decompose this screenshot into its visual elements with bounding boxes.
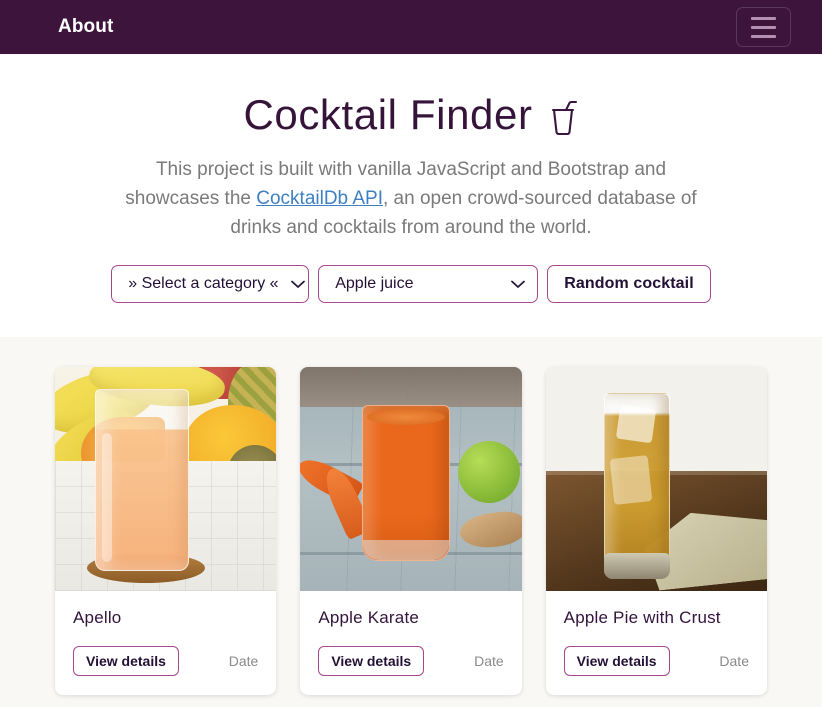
cocktaildb-api-link[interactable]: CocktailDb API xyxy=(256,188,383,209)
card-title: Apple Karate xyxy=(318,608,420,628)
green-apple-shape xyxy=(457,441,520,504)
glass-base xyxy=(603,553,670,580)
random-cocktail-button[interactable]: Random cocktail xyxy=(547,265,711,304)
chevron-down-icon xyxy=(511,280,526,289)
ingredient-select[interactable]: Apple juice xyxy=(318,265,539,304)
card-body: Apple Pie with Crust View details Date xyxy=(546,591,767,694)
view-details-button[interactable]: View details xyxy=(318,645,425,676)
top-navbar: About xyxy=(0,0,822,54)
card-actions: View details Date xyxy=(563,645,749,676)
apple-pie-with-crust-iced-drink-photo xyxy=(545,367,767,592)
page-title-text: Cocktail Finder xyxy=(243,91,533,138)
cocktail-card[interactable]: Apple Pie with Crust View details Date xyxy=(545,367,767,695)
ingredient-select-value: Apple juice xyxy=(335,275,414,293)
card-date: Date xyxy=(474,652,504,669)
hero-description: This project is built with vanilla JavaS… xyxy=(111,155,711,242)
results-section: Apello View details Date Apple Karate Vi… xyxy=(0,337,822,707)
card-date: Date xyxy=(228,652,259,669)
cocktail-card[interactable]: Apello View details Date xyxy=(55,367,277,695)
card-title: Apello xyxy=(73,608,122,628)
apple-karate-carrot-juice-photo xyxy=(300,367,522,592)
card-actions: View details Date xyxy=(73,645,259,676)
hero-section: Cocktail Finder This project is built wi… xyxy=(0,54,822,338)
ginger-root-shape xyxy=(457,508,522,552)
card-body: Apple Karate View details Date xyxy=(300,591,521,694)
apello-peach-juice-photo xyxy=(55,367,277,592)
cocktail-card-list: Apello View details Date Apple Karate Vi… xyxy=(55,367,767,695)
hamburger-bar xyxy=(751,25,776,29)
category-select[interactable]: » Select a category « xyxy=(111,265,310,304)
card-date: Date xyxy=(719,652,749,669)
controls-row: » Select a category « Apple juice Random… xyxy=(0,265,822,304)
card-body: Apello View details Date xyxy=(55,591,276,694)
juice-glass xyxy=(95,389,189,572)
ice-cube-shape xyxy=(615,404,656,444)
card-title: Apple Pie with Crust xyxy=(563,608,721,628)
hamburger-menu-icon[interactable] xyxy=(736,7,791,47)
juice-glass xyxy=(362,405,451,562)
chevron-down-icon xyxy=(290,280,305,289)
drink-cup-with-straw-icon xyxy=(549,98,579,136)
page-title: Cocktail Finder xyxy=(0,91,822,138)
nav-brand-about[interactable]: About xyxy=(58,16,113,38)
category-select-value: » Select a category « xyxy=(128,275,279,293)
cocktail-card[interactable]: Apple Karate View details Date xyxy=(300,367,522,695)
view-details-button[interactable]: View details xyxy=(73,645,179,676)
wood-background xyxy=(300,367,522,408)
hamburger-bar xyxy=(751,34,776,38)
card-actions: View details Date xyxy=(318,645,504,676)
hamburger-bar xyxy=(751,16,776,20)
ice-cube-shape xyxy=(609,455,652,506)
view-details-button[interactable]: View details xyxy=(563,645,670,676)
